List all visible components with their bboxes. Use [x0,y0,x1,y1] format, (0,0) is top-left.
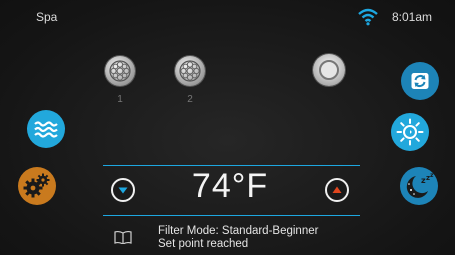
jet-1-button[interactable] [105,56,135,86]
jet-icon [109,60,131,82]
waves-icon [34,121,58,138]
status-message: Filter Mode: Standard-Beginner Set point… [158,225,318,251]
gears-icon [23,173,50,198]
app-title: Spa [36,10,58,24]
jet-icon [179,60,201,82]
jet-1-label: 1 [117,94,123,105]
cycle-button[interactable] [401,62,439,100]
sleep-button[interactable]: z z z [400,167,438,205]
setpoint-text: Set point reached [158,238,249,250]
arrow-down-icon [118,187,128,194]
spa-control-screen: Spa 8:01am 1 2 z z z 74°F Filter Mode: S… [0,0,455,255]
clock: 8:01am [392,10,433,24]
divider-top [103,165,360,166]
temp-up-button[interactable] [325,178,349,202]
waves-button[interactable] [27,110,65,148]
brightness-button[interactable] [391,113,429,151]
cycle-icon [411,73,429,89]
temperature-display: 74°F [191,167,269,205]
arrow-up-icon [332,186,342,193]
divider-bottom [103,215,360,216]
temp-down-button[interactable] [111,178,135,202]
sleep-icon: z z z [406,172,434,198]
jet-2-label: 2 [187,94,193,105]
svg-text:z: z [430,172,434,179]
sun-icon [396,118,424,146]
wifi-icon [358,8,378,26]
jet-2-button[interactable] [175,56,205,86]
light-button[interactable] [313,54,345,86]
settings-button[interactable] [18,167,56,205]
filter-mode-text: Filter Mode: Standard-Beginner [158,225,319,237]
book-icon[interactable] [114,230,132,244]
